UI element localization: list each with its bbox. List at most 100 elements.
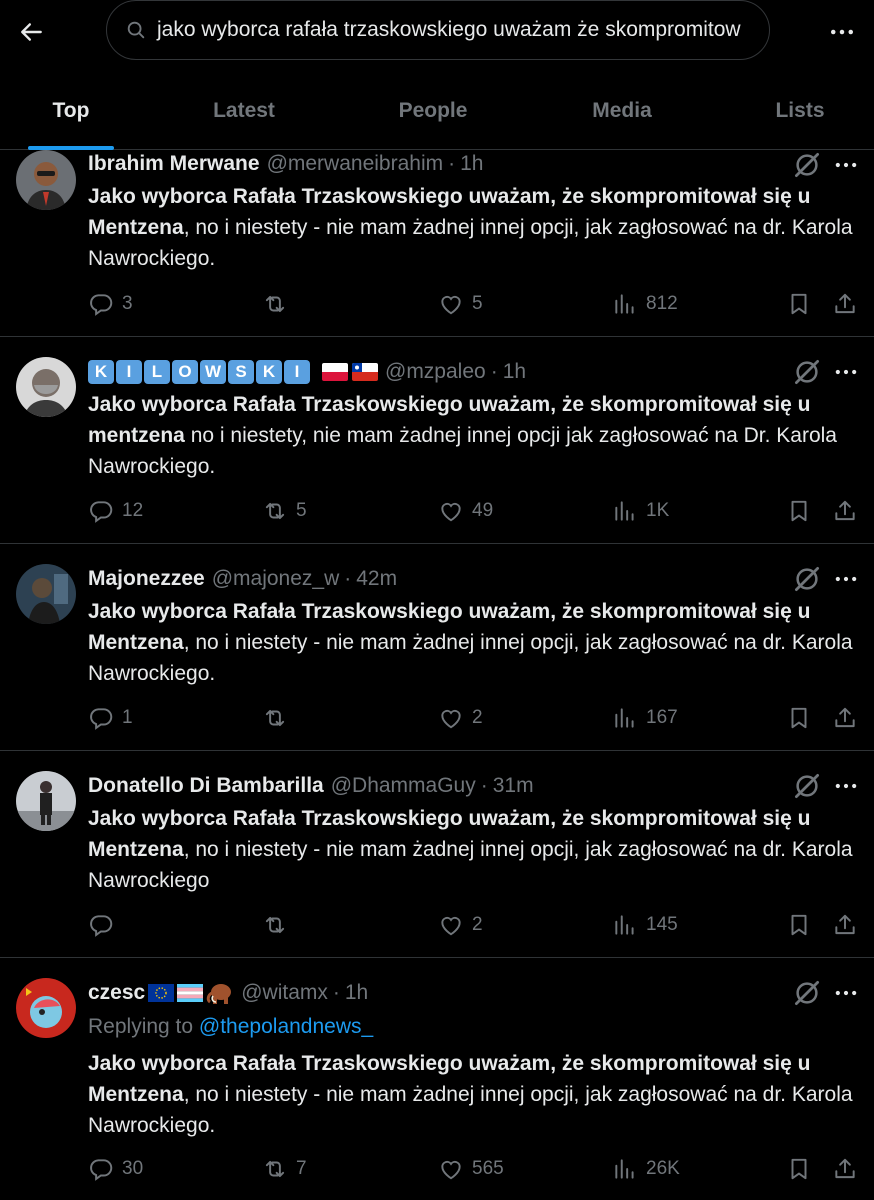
like-count: 49: [472, 500, 494, 521]
handle[interactable]: @mzpaleo: [385, 360, 486, 384]
bookmark-button[interactable]: [786, 496, 812, 526]
timestamp[interactable]: 1h: [345, 981, 368, 1005]
timestamp[interactable]: 1h: [460, 152, 483, 176]
views-button[interactable]: 145: [612, 910, 678, 940]
bookmark-button[interactable]: [786, 910, 812, 940]
more-icon: [832, 151, 860, 179]
more-icon: [832, 772, 860, 800]
grok-icon[interactable]: [792, 357, 822, 387]
reply-button[interactable]: 1: [88, 703, 133, 733]
replying-to-link[interactable]: @thepolandnews_: [199, 1015, 373, 1038]
back-button[interactable]: [14, 14, 50, 50]
tweet[interactable]: czesc @witamx · 1h Replying to @thepolan…: [0, 958, 874, 1200]
tweet-more-button[interactable]: [830, 771, 862, 801]
display-name-letter: I: [116, 360, 142, 384]
reply-button[interactable]: 3: [88, 289, 133, 319]
views-button[interactable]: 1K: [612, 496, 669, 526]
handle[interactable]: @merwaneibrahim: [267, 152, 444, 176]
like-button[interactable]: 565: [438, 1154, 504, 1184]
repost-button[interactable]: [262, 703, 296, 733]
handle[interactable]: @majonez_w: [212, 567, 340, 591]
share-button[interactable]: [832, 1154, 858, 1184]
avatar[interactable]: [16, 771, 76, 831]
repost-button[interactable]: 7: [262, 1154, 307, 1184]
display-name[interactable]: czesc: [88, 981, 145, 1005]
view-count: 812: [646, 293, 678, 314]
avatar[interactable]: [16, 150, 76, 210]
views-icon: [612, 498, 638, 524]
tweet-text: Jako wyborca Rafała Trzaskowskiego uważa…: [88, 389, 863, 482]
views-button[interactable]: 167: [612, 703, 678, 733]
avatar[interactable]: [16, 978, 76, 1038]
tweet-more-button[interactable]: [830, 357, 862, 387]
tab-top[interactable]: Top: [28, 72, 114, 150]
tweet-text: Jako wyborca Rafała Trzaskowskiego uważa…: [88, 803, 863, 896]
share-button[interactable]: [832, 289, 858, 319]
like-button[interactable]: 2: [438, 703, 483, 733]
flag-chile-icon: [352, 363, 378, 381]
reply-icon: [88, 291, 114, 317]
repost-button[interactable]: [262, 910, 296, 940]
timestamp[interactable]: 1h: [503, 360, 526, 384]
bookmark-icon: [786, 498, 812, 524]
tab-people[interactable]: People: [380, 72, 486, 150]
display-name[interactable]: K I L O W S K I: [88, 360, 310, 384]
bookmark-button[interactable]: [786, 289, 812, 319]
tweet[interactable]: Ibrahim Merwane @merwaneibrahim · 1h Jak…: [0, 150, 874, 337]
grok-icon[interactable]: [792, 150, 822, 180]
handle[interactable]: @DhammaGuy: [331, 774, 476, 798]
tweet-more-button[interactable]: [830, 564, 862, 594]
more-icon: [832, 565, 860, 593]
reply-button[interactable]: 12: [88, 496, 143, 526]
tweet[interactable]: K I L O W S K I @mzpaleo · 1h Jako wybor…: [0, 337, 874, 544]
avatar[interactable]: [16, 357, 76, 417]
display-name[interactable]: Majonezzee: [88, 567, 205, 591]
timestamp[interactable]: 42m: [356, 567, 397, 591]
repost-icon: [262, 498, 288, 524]
reply-button[interactable]: [88, 910, 122, 940]
bookmark-button[interactable]: [786, 703, 812, 733]
display-name[interactable]: Donatello Di Bambarilla: [88, 774, 324, 798]
tweet[interactable]: Majonezzee @majonez_w · 42m Jako wyborca…: [0, 544, 874, 751]
share-button[interactable]: [832, 910, 858, 940]
tweet-text: Jako wyborca Rafała Trzaskowskiego uważa…: [88, 1048, 863, 1141]
heart-icon: [438, 1156, 464, 1182]
tweet-more-button[interactable]: [830, 150, 862, 180]
like-count: 565: [472, 1158, 504, 1179]
share-button[interactable]: [832, 496, 858, 526]
like-button[interactable]: 49: [438, 496, 493, 526]
tweet-header: K I L O W S K I @mzpaleo · 1h: [88, 358, 526, 386]
grok-icon[interactable]: [792, 978, 822, 1008]
tab-latest[interactable]: Latest: [194, 72, 294, 150]
tab-media[interactable]: Media: [572, 72, 672, 150]
views-icon: [612, 291, 638, 317]
reply-button[interactable]: 30: [88, 1154, 143, 1184]
tab-lists[interactable]: Lists: [758, 72, 842, 150]
repost-button[interactable]: [262, 289, 296, 319]
handle[interactable]: @witamx: [241, 981, 328, 1005]
tweet[interactable]: Donatello Di Bambarilla @DhammaGuy · 31m…: [0, 751, 874, 958]
grok-icon[interactable]: [792, 771, 822, 801]
grok-icon[interactable]: [792, 564, 822, 594]
search-input[interactable]: jako wyborca rafała trzaskowskiego uważa…: [157, 18, 757, 42]
tweet-text-rest: , no i niestety - nie mam żadnej innej o…: [88, 216, 853, 270]
like-button[interactable]: 5: [438, 289, 483, 319]
display-name[interactable]: Ibrahim Merwane: [88, 152, 260, 176]
more-options-button[interactable]: [822, 14, 862, 50]
bookmark-button[interactable]: [786, 1154, 812, 1184]
tweet-header: Donatello Di Bambarilla @DhammaGuy · 31m: [88, 772, 534, 800]
share-button[interactable]: [832, 703, 858, 733]
like-button[interactable]: 2: [438, 910, 483, 940]
views-button[interactable]: 26K: [612, 1154, 680, 1184]
search-box[interactable]: jako wyborca rafała trzaskowskiego uważa…: [106, 0, 770, 60]
flag-eu-icon: [148, 984, 175, 1002]
share-icon: [832, 498, 858, 524]
views-button[interactable]: 812: [612, 289, 678, 319]
repost-icon: [262, 1156, 288, 1182]
separator-dot: ·: [448, 152, 456, 175]
tweet-more-button[interactable]: [830, 978, 862, 1008]
timestamp[interactable]: 31m: [493, 774, 534, 798]
replying-to: Replying to @thepolandnews_: [88, 1015, 373, 1039]
repost-button[interactable]: 5: [262, 496, 307, 526]
avatar[interactable]: [16, 564, 76, 624]
